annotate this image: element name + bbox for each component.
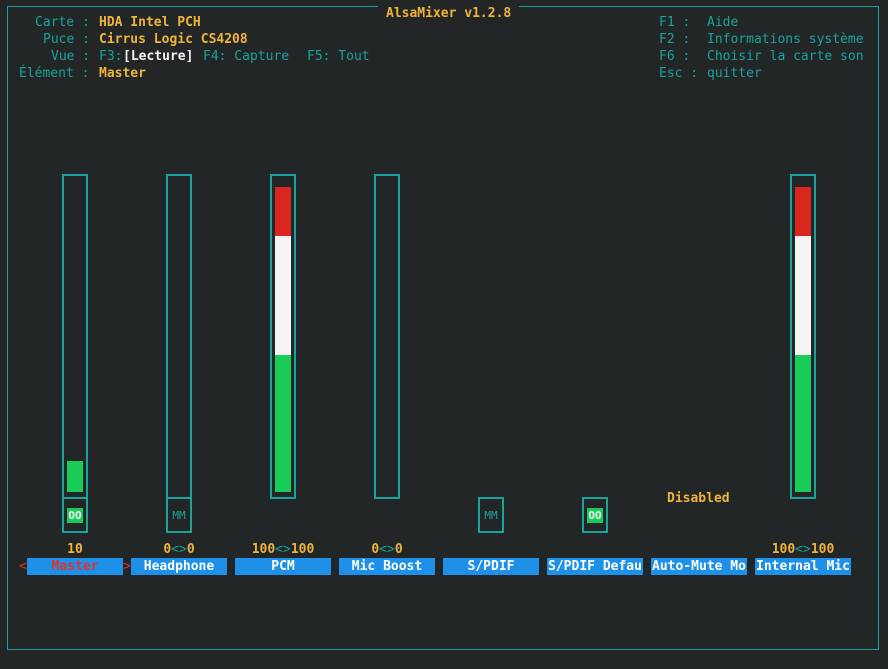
view-f3-key[interactable]: F3: <box>99 48 122 65</box>
internal-mic-volume-track[interactable] <box>790 174 816 499</box>
help-f6-text: Choisir la carte son <box>707 49 864 64</box>
mic-boost-value: 0<>0 <box>339 541 435 558</box>
pcm-value-sep: <> <box>275 542 291 557</box>
spdif-default-switch[interactable]: OO <box>582 497 608 533</box>
view-label: Vue : <box>51 49 91 64</box>
help-f1-text: Aide <box>707 15 739 30</box>
channel-spdif[interactable]: S/PDIF <box>443 558 539 575</box>
help-esc-text: quitter <box>707 66 762 81</box>
mic-boost-value-right: 0 <box>394 542 403 557</box>
mic-boost-value-left: 0 <box>371 542 380 557</box>
view-f4-capture[interactable]: F4: Capture <box>203 48 289 65</box>
view-f5-all[interactable]: F5: Tout <box>307 48 370 65</box>
internal-mic-volume-fill <box>795 355 811 492</box>
internal-mic-value-left: 100 <box>771 542 796 557</box>
spdif-switch-state: MM <box>484 509 498 522</box>
channel-pcm[interactable]: PCM <box>235 558 331 575</box>
pcm-value: 100<>100 <box>235 541 331 558</box>
meter-red-segment <box>275 187 291 236</box>
master-switch[interactable]: OO <box>62 497 88 533</box>
headphone-value-right: 0 <box>186 542 195 557</box>
channel-spdif-default[interactable]: S/PDIF Defau <box>547 558 643 575</box>
view-f3-playback[interactable]: [Lecture] <box>123 48 193 65</box>
app-title: AlsaMixer v1.2.8 <box>378 5 520 22</box>
headphone-switch-state: MM <box>172 509 186 522</box>
master-volume-fill <box>67 461 83 492</box>
help-f2-text: Informations système <box>707 32 864 47</box>
card-label: Carte : <box>35 15 90 30</box>
help-esc-key[interactable]: Esc : <box>659 65 698 82</box>
selection-arrow-right: > <box>123 559 131 574</box>
headphone-value-sep: <> <box>171 542 187 557</box>
meter-red-segment <box>795 187 811 236</box>
spdif-default-switch-state: OO <box>587 508 603 523</box>
internal-mic-value: 100<>100 <box>755 541 851 558</box>
master-switch-state: OO <box>67 508 83 523</box>
channel-headphone[interactable]: Headphone <box>131 558 227 575</box>
master-volume-track[interactable] <box>62 174 88 499</box>
internal-mic-value-right: 100 <box>810 542 835 557</box>
internal-mic-value-sep: <> <box>795 542 811 557</box>
pcm-volume-track[interactable] <box>270 174 296 499</box>
pcm-value-left: 100 <box>251 542 276 557</box>
mic-boost-value-sep: <> <box>379 542 395 557</box>
pcm-volume-fill <box>275 355 291 492</box>
channel-master[interactable]: Master <box>27 558 123 575</box>
headphone-volume-track[interactable] <box>166 174 192 499</box>
help-f1-key[interactable]: F1 : <box>659 14 690 31</box>
headphone-switch[interactable]: MM <box>166 497 192 533</box>
selection-arrow-left: < <box>19 559 27 574</box>
headphone-value: 0<>0 <box>131 541 227 558</box>
auto-mute-status[interactable]: Disabled <box>667 490 730 507</box>
master-value-left: 10 <box>67 542 83 557</box>
help-f2-key[interactable]: F2 : <box>659 31 690 48</box>
chip-label: Puce : <box>43 32 90 47</box>
element-label: Élément : <box>19 66 90 81</box>
spdif-switch[interactable]: MM <box>478 497 504 533</box>
master-value: 10 <box>27 541 123 558</box>
meter-white-segment <box>795 236 811 355</box>
element-value: Master <box>99 66 146 81</box>
meter-white-segment <box>275 236 291 355</box>
chip-value: Cirrus Logic CS4208 <box>99 32 248 47</box>
headphone-value-left: 0 <box>163 542 172 557</box>
pcm-value-right: 100 <box>290 542 315 557</box>
channel-internal-mic[interactable]: Internal Mic <box>755 558 851 575</box>
channel-auto-mute-mode[interactable]: Auto-Mute Mo <box>651 558 747 575</box>
alsamixer-terminal: AlsaMixer v1.2.8 Carte : HDA Intel PCH P… <box>0 0 888 669</box>
card-value: HDA Intel PCH <box>99 15 201 30</box>
mic-boost-volume-track[interactable] <box>374 174 400 499</box>
help-f6-key[interactable]: F6 : <box>659 48 690 65</box>
channel-mic-boost[interactable]: Mic Boost <box>339 558 435 575</box>
